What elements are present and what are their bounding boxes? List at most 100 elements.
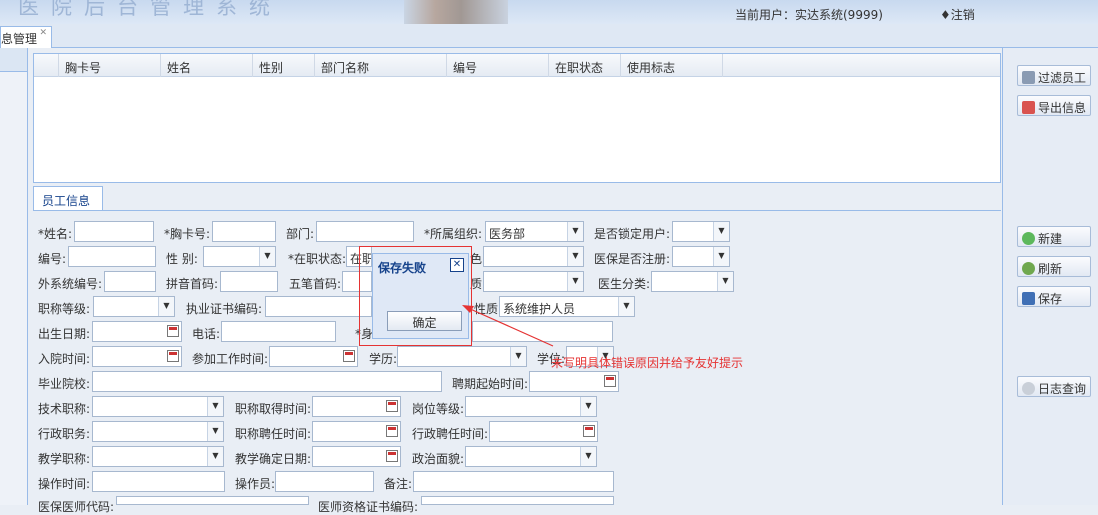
pinyin-input[interactable] [220,271,278,292]
app-header: 医院后台管理系统 当前用户：实达系统(9999) ♦注销 [0,0,1098,24]
ok-button[interactable]: 确定 [387,311,462,331]
calendar-icon[interactable] [343,350,355,362]
hire-start-input[interactable] [529,371,619,392]
title-obtain-label: 职称取得时间: [235,402,312,416]
title-level-select[interactable]: ▼ [93,296,175,317]
calendar-icon[interactable] [386,450,398,462]
save-button[interactable]: 保存 [1017,286,1091,307]
phone-input[interactable] [221,321,336,342]
log-query-button[interactable]: 日志查询 [1017,376,1091,397]
chevron-down-icon: ▼ [207,447,223,466]
education-label: 学历: [369,352,398,366]
admit-time-input[interactable] [92,346,182,367]
calendar-icon[interactable] [583,425,595,437]
teach-title-select[interactable]: ▼ [92,446,224,467]
tech-title-select[interactable]: ▼ [92,396,224,417]
refresh-button[interactable]: 刷新 [1017,256,1091,277]
education-select[interactable]: ▼ [397,346,527,367]
close-icon[interactable]: ✕ [450,258,464,272]
refresh-icon [1022,262,1035,275]
grid-col-card[interactable]: 胸卡号 [59,54,161,77]
card-no-input[interactable] [212,221,276,242]
grid-col-code[interactable]: 编号 [447,54,549,77]
calendar-icon[interactable] [386,400,398,412]
tab-label: 息管理 [1,32,38,46]
role-select[interactable]: ▼ [483,246,584,267]
id-input[interactable] [472,321,613,342]
dialog-title: 保存失败 [378,261,427,275]
name-label: *姓名: [38,227,73,241]
org-select[interactable]: 医务部 ▼ [485,221,584,242]
tab-employee-management[interactable]: 息管理 ✕ [0,26,52,48]
title-hire-label: 职称聘任时间: [235,427,312,441]
admin-hire-input[interactable] [489,421,598,442]
calendar-icon[interactable] [167,350,179,362]
left-panel-header [0,48,27,72]
locked-select[interactable]: ▼ [672,221,730,242]
export-button[interactable]: 导出信息 [1017,95,1091,116]
grid-col-flag[interactable]: 使用标志 [621,54,723,77]
remark-input[interactable] [413,471,614,492]
doc-cert-input[interactable] [421,496,614,505]
code-label: 编号: [38,252,67,266]
grid-col-dept[interactable]: 部门名称 [315,54,447,77]
chevron-down-icon: ▼ [259,247,275,266]
teach-confirm-input[interactable] [312,446,401,467]
insurance-reg-select[interactable]: ▼ [672,246,730,267]
code-input[interactable] [68,246,156,267]
close-icon[interactable]: ✕ [39,28,47,38]
gender-label: 性 别: [166,252,198,266]
birthday-input[interactable] [92,321,182,342]
gender-select[interactable]: ▼ [203,246,276,267]
chevron-down-icon: ▼ [567,272,583,291]
chevron-down-icon: ▼ [717,272,733,291]
add-icon [1022,232,1035,245]
insurance-doc-label: 医保医师代码: [38,500,115,514]
doc-cert-label: 医师资格证书编码: [318,500,419,514]
chevron-down-icon: ▼ [580,397,596,416]
title-hire-input[interactable] [312,421,401,442]
new-button[interactable]: 新建 [1017,226,1091,247]
doctor-type-select[interactable]: ▼ [651,271,734,292]
political-select[interactable]: ▼ [465,446,597,467]
filter-employees-button[interactable]: 过滤员工 [1017,65,1091,86]
teach-title-label: 教学职称: [38,452,91,466]
system-title: 医院后台管理系统 [18,0,282,19]
political-label: 政治面貌: [412,452,465,466]
partial-field-select[interactable]: ▼ [483,271,584,292]
nature-select[interactable]: 系统维护人员 ▼ [499,296,635,317]
work-start-label: 参加工作时间: [192,352,269,366]
pinyin-label: 拼音首码: [166,277,219,291]
save-icon [1022,292,1035,305]
ext-code-input[interactable] [104,271,156,292]
school-input[interactable] [92,371,442,392]
calendar-icon[interactable] [604,375,616,387]
logout-link[interactable]: ♦注销 [940,6,975,23]
admin-hire-label: 行政聘任时间: [412,427,489,441]
chevron-down-icon: ▼ [713,247,729,266]
insurance-reg-label: 医保是否注册: [594,252,671,266]
admin-post-select[interactable]: ▼ [92,421,224,442]
dept-label: 部门: [286,227,315,241]
calendar-icon[interactable] [167,325,179,337]
admin-post-label: 行政职务: [38,427,91,441]
phone-label: 电话: [192,327,221,341]
operator-input[interactable] [275,471,374,492]
tab-strip: 息管理 ✕ [0,24,1098,48]
grid-col-status[interactable]: 在职状态 [549,54,621,77]
title-obtain-input[interactable] [312,396,401,417]
grid-col-name[interactable]: 姓名 [161,54,253,77]
op-time-input[interactable] [92,471,225,492]
calendar-icon[interactable] [386,425,398,437]
insurance-doc-input[interactable] [116,496,309,505]
work-start-input[interactable] [269,346,358,367]
grid-col-gender[interactable]: 性别 [253,54,315,77]
name-input[interactable] [74,221,154,242]
dept-input[interactable] [316,221,414,242]
save-failed-dialog: 保存失败 ✕ 确定 [372,253,469,339]
post-level-select[interactable]: ▼ [465,396,597,417]
tab-employee-info[interactable]: 员工信息 [33,186,103,210]
license-code-input[interactable] [265,296,372,317]
op-time-label: 操作时间: [38,477,91,491]
chevron-down-icon: ▼ [567,222,583,241]
